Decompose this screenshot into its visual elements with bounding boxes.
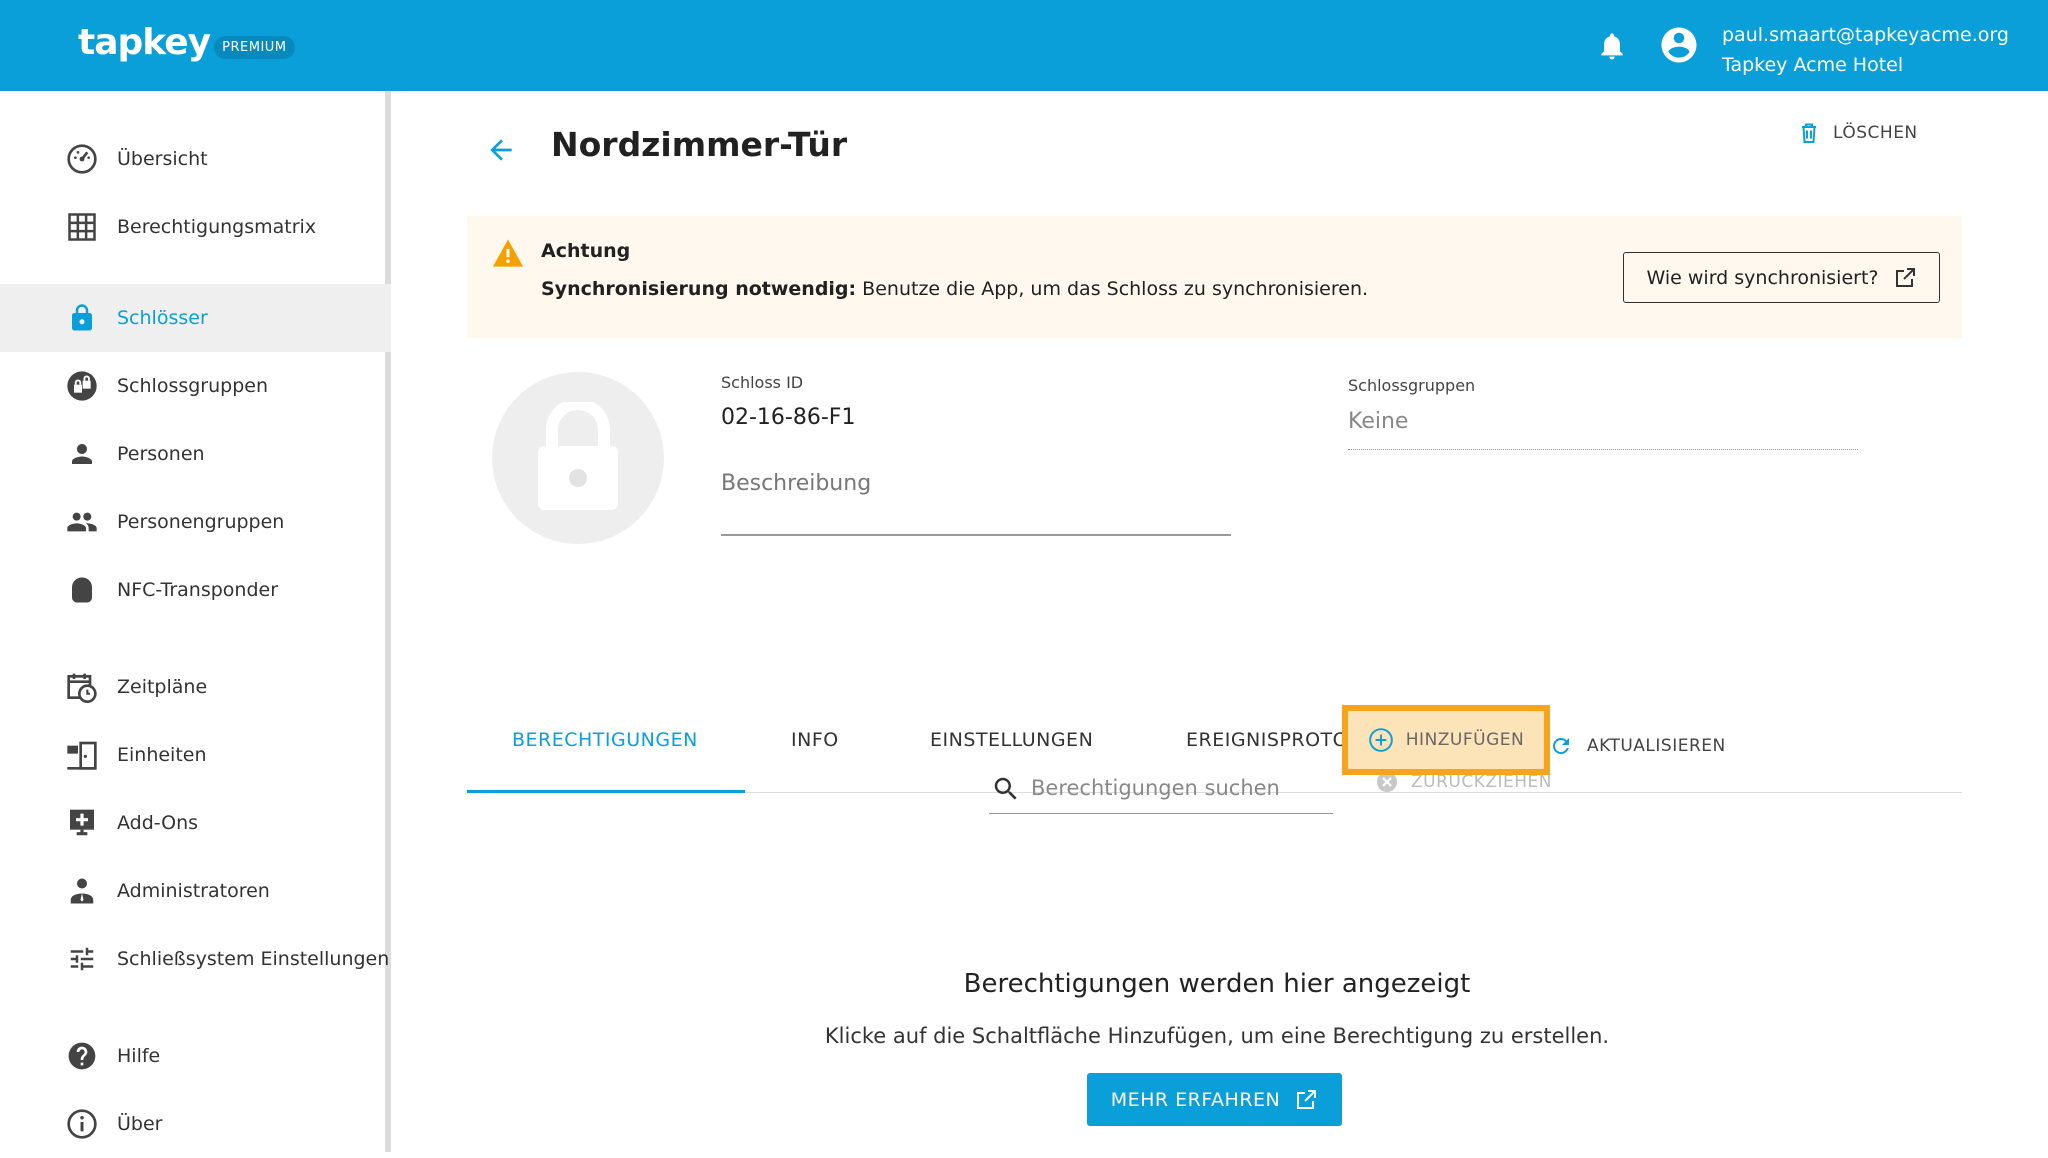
admin-icon [66,875,98,907]
refresh-icon [1553,738,1569,754]
sidebar-item-label: Schlösser [117,307,208,329]
sidebar-item-berechtigungsmatrix[interactable]: Berechtigungsmatrix [0,193,391,261]
refresh-label: AKTUALISIEREN [1587,736,1726,756]
sidebar-item-uebersicht[interactable]: Übersicht [0,125,391,193]
permission-search [989,768,1333,814]
sidebar-item-zeitplaene[interactable]: Zeitpläne [0,653,391,721]
account-icon[interactable] [1658,24,1700,66]
sidebar-item-einheiten[interactable]: Einheiten [0,721,391,789]
refresh-button[interactable]: AKTUALISIEREN [1549,734,1726,758]
sidebar-item-label: Administratoren [117,880,270,902]
lock-id-value: 02-16-86-F1 [721,405,856,430]
how-to-sync-label: Wie wird synchronisiert? [1646,266,1879,289]
sidebar-item-label: Über [117,1113,163,1135]
trash-icon [1802,123,1816,143]
schedule-icon [66,671,98,703]
user-email: paul.smaart@tapkeyacme.org [1722,24,2009,46]
sidebar-item-nfc-transponder[interactable]: NFC-Transponder [0,556,391,624]
add-permission-label: HINZUFÜGEN [1405,730,1525,750]
cancel-icon [1377,772,1397,792]
sidebar-item-administratoren[interactable]: Administratoren [0,857,391,925]
learn-more-button[interactable]: MEHR ERFAHREN [1087,1073,1342,1126]
top-bar: tapkey PREMIUM paul.smaart@tapkeyacme.or… [0,0,2048,91]
info-icon [66,1108,98,1140]
sidebar-item-schloesser[interactable]: Schlösser [0,284,391,352]
sidebar-item-schliesssystem-einstellungen[interactable]: Schließsystem Einstellungen [0,925,391,993]
lock-groups-field[interactable]: Keine [1348,409,1408,434]
alert-heading: Achtung [541,240,631,262]
sidebar-item-label: Übersicht [117,148,208,170]
add-circle-icon [1368,728,1393,752]
user-info[interactable]: paul.smaart@tapkeyacme.org Tapkey Acme H… [1722,20,2009,80]
open-in-new-icon [1895,267,1915,287]
revoke-button[interactable]: ZURÜCKZIEHEN [1375,770,1552,794]
bell-icon[interactable] [1596,30,1628,62]
sidebar-item-add-ons[interactable]: Add-Ons [0,789,391,857]
open-in-new-icon [1297,1089,1317,1109]
lock-groups-underline [1348,449,1858,450]
addons-icon [66,807,98,839]
people-icon [66,506,98,538]
brand-logo[interactable]: tapkey PREMIUM [78,22,295,63]
delete-label: LÖSCHEN [1833,123,1918,143]
sidebar-item-label: NFC-Transponder [117,579,279,601]
lock-icon [66,302,98,334]
active-tab-indicator [467,790,745,793]
lock-placeholder-icon [538,402,618,510]
user-organization: Tapkey Acme Hotel [1722,54,1904,76]
description-underline [721,534,1231,536]
sync-warning-alert: Achtung Synchronisierung notwendig: Benu… [467,216,1962,338]
tab-einstellungen[interactable]: EINSTELLUNGEN [930,729,1093,751]
delete-button[interactable]: LÖSCHEN [1797,121,1918,145]
transponder-icon [66,574,98,606]
sidebar-item-personen[interactable]: Personen [0,420,391,488]
sidebar-item-label: Zeitpläne [117,676,208,698]
premium-badge: PREMIUM [214,36,295,59]
revoke-label: ZURÜCKZIEHEN [1411,772,1553,792]
help-icon [66,1040,98,1072]
sidebar-item-label: Add-Ons [117,812,199,834]
search-icon [994,777,1017,800]
lock-groups-label: Schlossgruppen [1348,376,1476,395]
sidebar-item-label: Schließsystem Einstellungen [117,948,390,970]
empty-state-title: Berechtigungen werden hier angezeigt [963,969,1471,999]
main-content: Nordzimmer-Tür LÖSCHEN Achtung Synchroni… [397,91,2048,1152]
description-field[interactable]: Beschreibung [721,471,871,496]
empty-state-subtitle: Klicke auf die Schaltfläche Hinzufügen, … [824,1024,1610,1048]
person-icon [66,438,98,470]
alert-message-bold: Synchronisierung notwendig: [541,278,857,300]
sidebar-item-hilfe[interactable]: Hilfe [0,1022,391,1090]
grid-icon [66,211,98,243]
logo-text: tapkey [78,22,211,63]
alert-message-text: Benutze die App, um das Schloss zu synch… [856,278,1369,300]
warning-icon [493,239,523,267]
sidebar-item-schlossgruppen[interactable]: Schlossgruppen [0,352,391,420]
learn-more-label: MEHR ERFAHREN [1110,1088,1281,1111]
sidebar: Übersicht Berechtigungsmatrix Schlösser … [0,91,391,1152]
sidebar-item-label: Berechtigungsmatrix [117,216,317,238]
back-arrow-icon[interactable] [485,134,517,166]
lock-avatar [492,372,664,544]
sidebar-item-label: Personengruppen [117,511,285,533]
tab-info[interactable]: INFO [791,729,839,751]
add-permission-button[interactable]: HINZUFÜGEN [1342,705,1550,775]
sidebar-item-personengruppen[interactable]: Personengruppen [0,488,391,556]
lock-group-icon [66,370,98,402]
how-to-sync-button[interactable]: Wie wird synchronisiert? [1623,252,1940,303]
dashboard-icon [66,143,98,175]
alert-message: Synchronisierung notwendig: Benutze die … [541,278,1368,300]
sidebar-item-ueber[interactable]: Über [0,1090,391,1158]
sidebar-item-label: Hilfe [117,1045,161,1067]
lock-id-label: Schloss ID [721,373,804,392]
tab-berechtigungen[interactable]: BERECHTIGUNGEN [512,729,698,751]
page-title: Nordzimmer-Tür [551,125,848,164]
sidebar-item-label: Personen [117,443,205,465]
sidebar-item-label: Schlossgruppen [117,375,269,397]
tune-icon [66,943,98,975]
units-icon [66,739,98,771]
sidebar-item-label: Einheiten [117,744,207,766]
search-input[interactable] [1031,770,1321,806]
